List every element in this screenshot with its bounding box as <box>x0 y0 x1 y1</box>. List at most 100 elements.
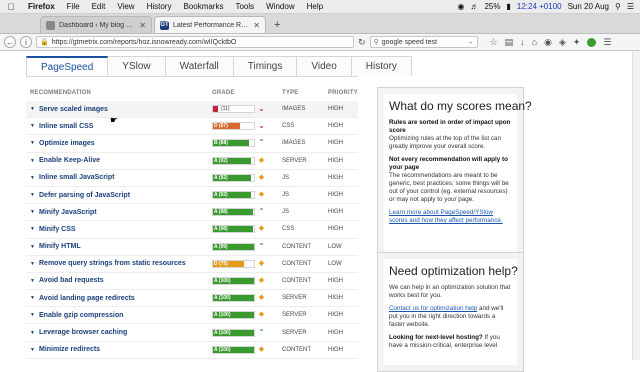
expand-caret-icon[interactable]: ▼ <box>30 175 35 181</box>
expand-caret-icon[interactable]: ▼ <box>30 192 35 198</box>
tab-history[interactable]: History <box>351 56 412 76</box>
menu-history[interactable]: History <box>141 2 178 11</box>
tab-video[interactable]: Video <box>297 56 352 76</box>
recommendation-name[interactable]: Serve scaled images <box>39 106 108 113</box>
expand-caret-icon[interactable]: ▼ <box>30 209 35 215</box>
recommendation-name[interactable]: Inline small CSS <box>39 123 93 130</box>
reading-list-icon[interactable]: ▤ <box>505 37 514 48</box>
back-arrow-icon[interactable]: ← <box>4 36 16 48</box>
recommendation-name[interactable]: Enable Keep-Alive <box>39 157 100 164</box>
recommendation-name[interactable]: Leverage browser caching <box>39 329 127 336</box>
download-icon[interactable]: ↓ <box>520 37 525 47</box>
expand-caret-icon[interactable]: ▼ <box>30 347 35 353</box>
table-row[interactable]: ▼ Minify CSS A (98) ◆ CSS HIGH <box>26 221 358 239</box>
recommendation-name[interactable]: Defer parsing of JavaScript <box>39 192 130 199</box>
notification-center-icon[interactable]: ☰ <box>627 2 634 11</box>
table-row[interactable]: ▼ Remove query strings from static resour… <box>26 256 358 273</box>
menu-file[interactable]: File <box>61 2 86 11</box>
hamburger-menu-icon[interactable]: ☰ <box>603 37 611 48</box>
recommendation-name[interactable]: Remove query strings from static resourc… <box>39 260 186 267</box>
tab-yslow[interactable]: YSlow <box>108 56 166 76</box>
table-row[interactable]: ▼ Minify HTML A (99) ⌃ CONTENT LOW <box>26 239 358 256</box>
close-tab-icon[interactable]: ✕ <box>139 21 146 30</box>
addon-icon[interactable]: ✦ <box>573 37 581 48</box>
star-icon[interactable]: ☆ <box>490 37 498 48</box>
reload-icon[interactable]: ↻ <box>358 37 366 48</box>
volume-icon[interactable]: ♬ <box>470 2 478 11</box>
menu-edit[interactable]: Edit <box>86 2 112 11</box>
table-row[interactable]: ▼ Enable gzip compression A (100) ◆ SERVER HI… <box>26 307 358 325</box>
home-icon[interactable]: ⌂ <box>532 37 537 47</box>
extension-green-icon[interactable] <box>587 37 597 47</box>
expand-caret-icon[interactable]: ▼ <box>30 244 35 250</box>
date[interactable]: Sun 20 Aug <box>568 2 609 11</box>
expand-caret-icon[interactable]: ▼ <box>30 140 35 146</box>
expand-caret-icon[interactable]: ▼ <box>30 312 35 318</box>
grade-bar: A (92) <box>212 156 255 165</box>
tab-wordpress-dashboard[interactable]: Dashboard ‹ My blog — WordPress ✕ <box>40 16 152 33</box>
expand-caret-icon[interactable]: ▼ <box>30 226 35 232</box>
table-row[interactable]: ▼ Avoid bad requests A (100) ◆ CONTENT HIGH <box>26 273 358 291</box>
info-icon[interactable]: i <box>20 36 32 48</box>
recommendation-name[interactable]: Optimize images <box>39 140 95 147</box>
recommendation-name[interactable]: Inline small JavaScript <box>39 174 114 181</box>
new-tab-button[interactable]: + <box>268 19 286 33</box>
recommendation-name[interactable]: Enable gzip compression <box>39 312 123 319</box>
recommendation-name[interactable]: Minify JavaScript <box>39 209 97 216</box>
page-scrollbar[interactable] <box>632 51 640 360</box>
menu-bookmarks[interactable]: Bookmarks <box>177 2 229 11</box>
apple-icon[interactable]:  <box>0 2 22 12</box>
table-row[interactable]: ▼ Optimize images B (88) ⌃ IMAGES HIGH <box>26 135 358 153</box>
page-content: PageSpeed YSlow Waterfall Timings Video … <box>0 51 640 372</box>
expand-caret-icon[interactable]: ▼ <box>30 106 35 112</box>
grade-bar: A (92) <box>212 173 255 182</box>
tab-timings[interactable]: Timings <box>233 56 298 76</box>
menu-help[interactable]: Help <box>301 2 329 11</box>
wifi-icon[interactable]: ◉ <box>457 2 464 11</box>
url-bar[interactable]: 🔒 https://gtmetrix.com/reports/hoz.isnow… <box>36 36 354 48</box>
menu-tools[interactable]: Tools <box>229 2 260 11</box>
expand-caret-icon[interactable]: ▼ <box>30 295 35 301</box>
battery-percent[interactable]: 25% <box>484 2 500 11</box>
table-row[interactable]: ▼ Inline small CSS D (67) ⌄ CSS HIGH <box>26 118 358 136</box>
tab-gtmetrix-report[interactable]: GT Latest Performance Report for ✕ <box>154 16 266 33</box>
table-row[interactable]: ▼ Minimize redirects A (100) ◆ CONTENT HIGH <box>26 342 358 359</box>
menu-view[interactable]: View <box>111 2 140 11</box>
expand-caret-icon[interactable]: ▼ <box>30 278 35 284</box>
tab-pagespeed[interactable]: PageSpeed <box>26 56 109 76</box>
battery-icon[interactable]: ▮ <box>506 2 510 11</box>
report-tabs: PageSpeed YSlow Waterfall Timings Video … <box>26 56 412 76</box>
clock[interactable]: 12:24 +0100 <box>517 2 562 11</box>
table-row[interactable]: ▼ Enable Keep-Alive A (92) ◆ SERVER HIGH <box>26 153 358 170</box>
recommendation-priority: HIGH <box>328 192 343 199</box>
menu-firefox[interactable]: Firefox <box>22 2 61 11</box>
table-row[interactable]: ▼ Inline small JavaScript A (92) ◆ JS HIGH <box>26 170 358 187</box>
recommendation-name[interactable]: Minify HTML <box>39 243 81 250</box>
tab-waterfall[interactable]: Waterfall <box>165 56 234 76</box>
recommendation-name[interactable]: Minify CSS <box>39 226 76 233</box>
close-tab-icon[interactable]: ✕ <box>253 21 260 30</box>
recommendation-name[interactable]: Minimize redirects <box>39 346 100 353</box>
grade-bar: D (75) <box>212 259 255 268</box>
table-row[interactable]: ▼ Leverage browser caching A (100) ⌃ SERVER H… <box>26 324 358 342</box>
extension-icon[interactable]: ◈ <box>559 37 566 48</box>
recommendation-priority: HIGH <box>328 346 343 353</box>
pocket-icon[interactable]: ◉ <box>544 37 552 48</box>
spotlight-icon[interactable]: ⚲ <box>615 2 621 11</box>
table-row[interactable]: ▼ Minify JavaScript A (98) ⌃ JS HIGH <box>26 204 358 222</box>
search-go-arrow-icon[interactable]: → <box>467 39 474 46</box>
contact-us-link[interactable]: Contact us for optimization help <box>389 305 477 312</box>
recommendation-name[interactable]: Avoid bad requests <box>39 277 104 284</box>
menu-window[interactable]: Window <box>260 2 300 11</box>
expand-caret-icon[interactable]: ▼ <box>30 123 35 129</box>
trend-up-icon: ⌃ <box>258 241 265 251</box>
table-row[interactable]: ▼ Defer parsing of JavaScript A (92) ◆ JS HIG… <box>26 187 358 205</box>
expand-caret-icon[interactable]: ▼ <box>30 261 35 267</box>
expand-caret-icon[interactable]: ▼ <box>30 330 35 336</box>
learn-more-link[interactable]: Learn more about PageSpeed/YSlow scores … <box>389 209 503 224</box>
table-row[interactable]: ▼ Serve scaled images (11) ⌄ IMAGES HIGH <box>26 101 358 119</box>
recommendation-name[interactable]: Avoid landing page redirects <box>39 295 135 302</box>
expand-caret-icon[interactable]: ▼ <box>30 158 35 164</box>
search-bar[interactable]: ⚲ google speed test → <box>369 36 478 48</box>
table-row[interactable]: ▼ Avoid landing page redirects A (100) ◆ SER… <box>26 290 358 308</box>
